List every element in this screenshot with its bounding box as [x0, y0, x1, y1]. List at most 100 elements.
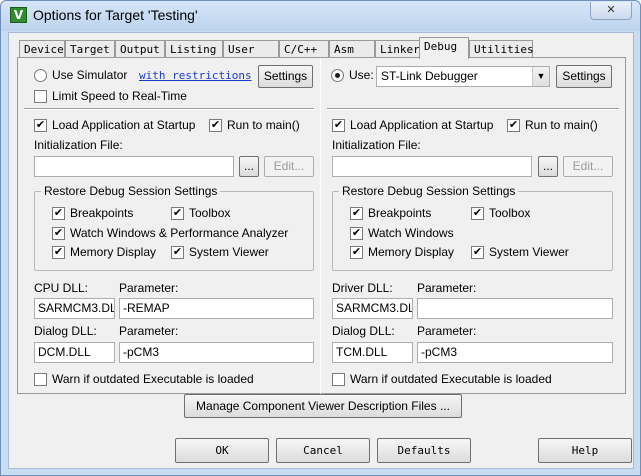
left-load-app-checkbox[interactable]: ✔	[34, 119, 47, 132]
right-toolbox-label: Toolbox	[489, 206, 531, 220]
tab-debug[interactable]: Debug	[419, 37, 469, 59]
chevron-down-icon[interactable]: ▼	[532, 67, 549, 86]
limit-speed-label: Limit Speed to Real-Time	[52, 89, 187, 103]
right-dialog-dll-input[interactable]: TCM.DLL	[332, 342, 413, 363]
left-separator	[24, 108, 314, 110]
right-edit-button[interactable]: Edit...	[563, 156, 613, 177]
use-debugger-label: Use:	[349, 68, 374, 82]
limit-speed-checkbox[interactable]	[34, 90, 47, 103]
use-simulator-label: Use Simulator	[52, 68, 128, 82]
check-icon: ✔	[53, 227, 64, 239]
check-icon: ✔	[508, 119, 519, 131]
dialog-client: Device Target Output Listing User C/C++ …	[8, 32, 634, 469]
driver-dll-label: Driver DLL:	[332, 281, 393, 295]
right-watch-label: Watch Windows	[368, 226, 454, 240]
right-dialog-dll-label: Dialog DLL:	[332, 324, 395, 338]
left-run-to-main-label: Run to main()	[227, 118, 300, 132]
tab-device[interactable]: Device	[19, 40, 65, 58]
debugger-select-value: ST-Link Debugger	[381, 69, 478, 83]
left-init-file-input[interactable]	[34, 156, 234, 177]
check-icon: ✔	[35, 119, 46, 131]
check-icon: ✔	[351, 227, 362, 239]
right-init-file-label: Initialization File:	[332, 138, 421, 152]
use-simulator-radio[interactable]	[34, 69, 47, 82]
left-toolbox-checkbox[interactable]: ✔	[171, 207, 184, 220]
cpu-param-input[interactable]: -REMAP	[119, 298, 314, 319]
manage-component-viewer-button[interactable]: Manage Component Viewer Description File…	[184, 394, 462, 418]
right-dialog-param-label: Parameter:	[417, 324, 477, 338]
check-icon: ✔	[333, 119, 344, 131]
right-sysviewer-label: System Viewer	[489, 245, 569, 259]
ok-button[interactable]: OK	[175, 438, 269, 463]
cancel-button[interactable]: Cancel	[276, 438, 370, 463]
left-sysviewer-label: System Viewer	[189, 245, 269, 259]
left-dialog-param-input[interactable]: -pCM3	[119, 342, 314, 363]
right-sysviewer-checkbox[interactable]: ✔	[471, 246, 484, 259]
right-toolbox-checkbox[interactable]: ✔	[471, 207, 484, 220]
left-breakpoints-checkbox[interactable]: ✔	[52, 207, 65, 220]
close-button[interactable]: ✕	[590, 2, 632, 20]
right-browse-button[interactable]: ...	[538, 156, 558, 177]
tab-output[interactable]: Output	[115, 40, 165, 58]
right-load-app-checkbox[interactable]: ✔	[332, 119, 345, 132]
left-toolbox-label: Toolbox	[189, 206, 231, 220]
tab-target[interactable]: Target	[65, 40, 115, 58]
check-icon: ✔	[210, 119, 221, 131]
debug-tab-panel: Use Simulator with restrictions Settings…	[17, 57, 626, 394]
left-sysviewer-checkbox[interactable]: ✔	[171, 246, 184, 259]
title-bar[interactable]: V Options for Target 'Testing' ✕	[1, 1, 640, 31]
cpu-dll-label: CPU DLL:	[34, 281, 89, 295]
right-memory-checkbox[interactable]: ✔	[350, 246, 363, 259]
driver-dll-input[interactable]: SARMCM3.DLL	[332, 298, 413, 319]
close-icon: ✕	[606, 4, 616, 16]
simulator-settings-button[interactable]: Settings	[258, 65, 313, 88]
right-dialog-param-input[interactable]: -pCM3	[417, 342, 613, 363]
right-separator	[327, 108, 619, 110]
left-memory-label: Memory Display	[70, 245, 157, 259]
left-edit-button[interactable]: Edit...	[264, 156, 314, 177]
column-divider	[320, 58, 321, 394]
tab-listing[interactable]: Listing	[165, 40, 223, 58]
defaults-button[interactable]: Defaults	[377, 438, 471, 463]
right-breakpoints-label: Breakpoints	[368, 206, 432, 220]
left-warn-checkbox[interactable]	[34, 373, 47, 386]
check-icon: ✔	[351, 246, 362, 258]
tab-utilities[interactable]: Utilities	[469, 40, 534, 58]
driver-param-label: Parameter:	[417, 281, 477, 295]
options-dialog: V Options for Target 'Testing' ✕ Device …	[0, 0, 641, 476]
right-warn-label: Warn if outdated Executable is loaded	[350, 372, 552, 386]
right-run-to-main-checkbox[interactable]: ✔	[507, 119, 520, 132]
cpu-dll-input[interactable]: SARMCM3.DLL	[34, 298, 115, 319]
use-debugger-radio[interactable]	[331, 69, 344, 82]
left-load-app-label: Load Application at Startup	[52, 118, 196, 132]
keil-app-icon: V	[10, 7, 27, 23]
left-init-file-label: Initialization File:	[34, 138, 123, 152]
right-breakpoints-checkbox[interactable]: ✔	[350, 207, 363, 220]
debugger-settings-button[interactable]: Settings	[556, 65, 612, 88]
left-browse-button[interactable]: ...	[239, 156, 259, 177]
driver-param-input[interactable]	[417, 298, 613, 319]
left-watch-checkbox[interactable]: ✔	[52, 227, 65, 240]
left-dialog-dll-label: Dialog DLL:	[34, 324, 97, 338]
help-button[interactable]: Help	[538, 438, 632, 463]
left-warn-label: Warn if outdated Executable is loaded	[52, 372, 254, 386]
right-init-file-input[interactable]	[332, 156, 532, 177]
left-dialog-dll-input[interactable]: DCM.DLL	[34, 342, 115, 363]
check-icon: ✔	[472, 207, 483, 219]
tab-user[interactable]: User	[223, 40, 279, 58]
right-run-to-main-label: Run to main()	[525, 118, 598, 132]
with-restrictions-link[interactable]: with restrictions	[139, 69, 252, 82]
right-watch-checkbox[interactable]: ✔	[350, 227, 363, 240]
tab-c-cpp[interactable]: C/C++	[279, 40, 329, 58]
left-run-to-main-checkbox[interactable]: ✔	[209, 119, 222, 132]
right-warn-checkbox[interactable]	[332, 373, 345, 386]
tab-linker[interactable]: Linker	[375, 40, 421, 58]
check-icon: ✔	[172, 246, 183, 258]
check-icon: ✔	[53, 246, 64, 258]
debugger-select[interactable]: ST-Link Debugger ▼	[376, 66, 550, 87]
left-memory-checkbox[interactable]: ✔	[52, 246, 65, 259]
left-dialog-param-label: Parameter:	[119, 324, 179, 338]
right-restore-group-title: Restore Debug Session Settings	[339, 184, 519, 198]
right-restore-group: Restore Debug Session Settings ✔ Breakpo…	[332, 184, 613, 271]
tab-asm[interactable]: Asm	[329, 40, 375, 58]
